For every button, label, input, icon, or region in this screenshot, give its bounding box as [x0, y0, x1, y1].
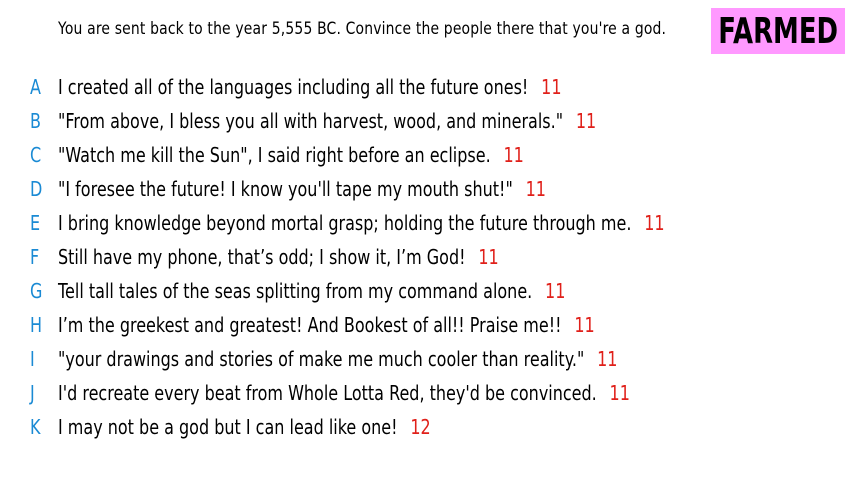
- answer-letter: G: [30, 279, 43, 303]
- answer-line: I’m the greekest and greatest! And Booke…: [58, 313, 595, 337]
- answer-line: "your drawings and stories of make me mu…: [58, 347, 617, 371]
- answer-score: 11: [575, 109, 597, 133]
- answer-text: "From above, I bless you all with harves…: [58, 109, 564, 133]
- answer-line: "Watch me kill the Sun", I said right be…: [58, 143, 524, 167]
- answer-text: "I foresee the future! I know you'll tap…: [58, 177, 513, 201]
- answer-line: "From above, I bless you all with harves…: [58, 109, 596, 133]
- farmed-badge: FARMED: [711, 8, 845, 54]
- answer-text: I may not be a god but I can lead like o…: [58, 415, 398, 439]
- answer-letter: C: [30, 143, 42, 167]
- answer-score: 11: [644, 211, 665, 235]
- answer-line: Tell tall tales of the seas splitting fr…: [58, 279, 565, 303]
- answer-score: 11: [574, 313, 595, 337]
- answer-text: Still have my phone, that’s odd; I show …: [58, 245, 466, 269]
- answer-letter: F: [30, 245, 40, 269]
- answer-text: I bring knowledge beyond mortal grasp; h…: [58, 211, 632, 235]
- answer-text: I'd recreate every beat from Whole Lotta…: [58, 381, 597, 405]
- answer-letter: A: [30, 75, 41, 99]
- badge-label: FARMED: [718, 10, 838, 52]
- answer-line: "I foresee the future! I know you'll tap…: [58, 177, 546, 201]
- answer-text: "Watch me kill the Sun", I said right be…: [58, 143, 491, 167]
- answer-letter: J: [30, 381, 35, 405]
- answer-letter: B: [30, 109, 41, 133]
- answer-text: I’m the greekest and greatest! And Booke…: [58, 313, 562, 337]
- answer-letter: E: [30, 211, 41, 235]
- answer-line: I created all of the languages including…: [58, 75, 562, 99]
- answer-letter: H: [30, 313, 43, 337]
- answer-score: 11: [478, 245, 499, 269]
- answer-score: 11: [541, 75, 562, 99]
- answer-score: 11: [545, 279, 566, 303]
- answer-score: 11: [525, 177, 546, 201]
- answer-text: "your drawings and stories of make me mu…: [58, 347, 585, 371]
- answer-score: 12: [410, 415, 431, 439]
- answer-letter: K: [30, 415, 41, 439]
- answer-line: Still have my phone, that’s odd; I show …: [58, 245, 499, 269]
- answer-score: 11: [609, 381, 630, 405]
- answer-score: 11: [503, 143, 524, 167]
- prompt-text: You are sent back to the year 5,555 BC. …: [58, 19, 667, 39]
- answer-text: Tell tall tales of the seas splitting fr…: [58, 279, 533, 303]
- answer-line: I bring knowledge beyond mortal grasp; h…: [58, 211, 665, 235]
- answer-text: I created all of the languages including…: [58, 75, 529, 99]
- answer-letter: D: [30, 177, 43, 201]
- answer-letter: I: [30, 347, 35, 371]
- answer-line: I may not be a god but I can lead like o…: [58, 415, 431, 439]
- answer-score: 11: [597, 347, 618, 371]
- answer-line: I'd recreate every beat from Whole Lotta…: [58, 381, 630, 405]
